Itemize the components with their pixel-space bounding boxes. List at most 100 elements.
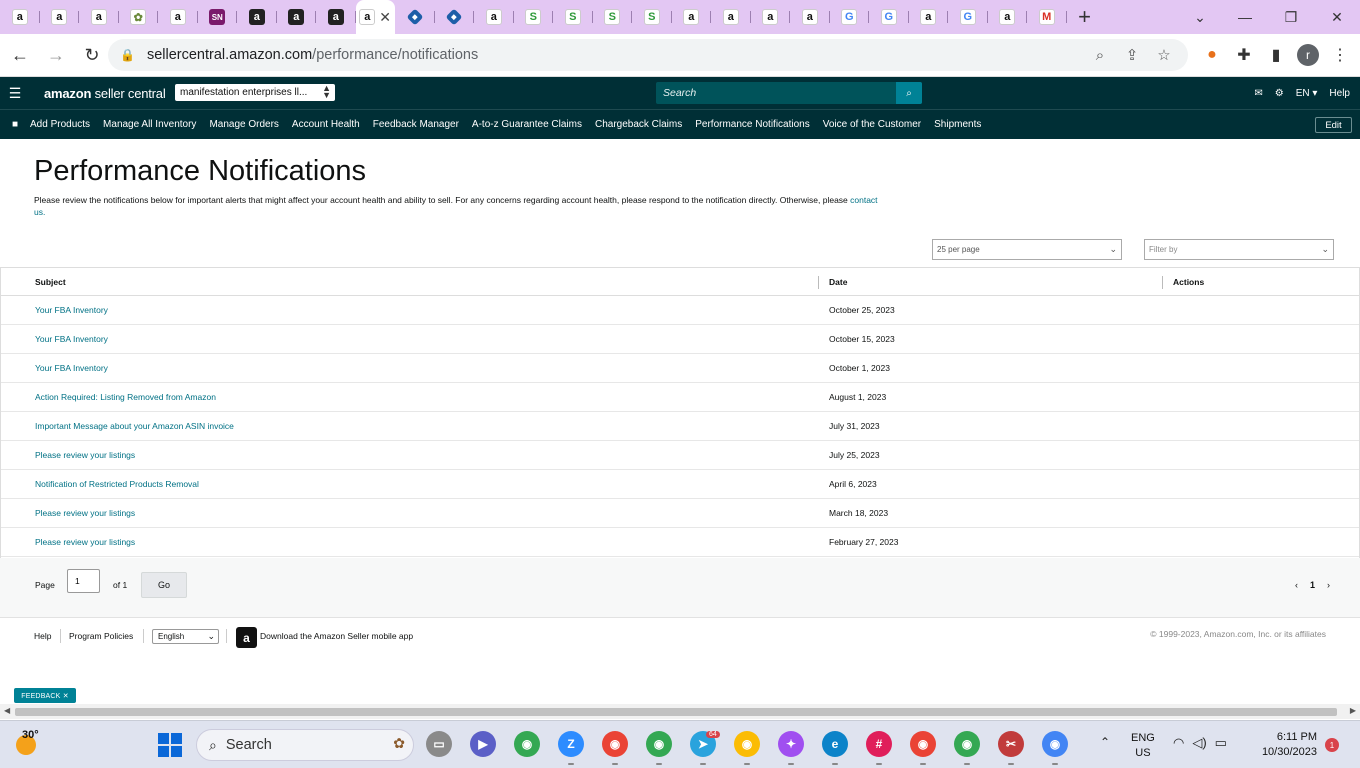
notification-subject-link[interactable]: Please review your listings — [35, 537, 135, 547]
mail-icon[interactable]: ✉ — [1254, 88, 1262, 99]
wifi-icon[interactable]: ◠ — [1173, 735, 1184, 751]
search-icon[interactable]: ⌕ — [896, 82, 922, 104]
browser-tab[interactable]: a — [988, 0, 1027, 34]
extensions-puzzle-icon[interactable]: ✚ — [1228, 39, 1260, 71]
search-input[interactable] — [656, 82, 896, 104]
browser-tab[interactable]: ◆ — [395, 0, 435, 34]
help-link[interactable]: Help — [1329, 88, 1350, 99]
extension-orange-icon[interactable]: ● — [1196, 39, 1228, 71]
header-subject[interactable]: Subject — [35, 277, 66, 287]
close-tab-icon[interactable]: ✕ — [379, 9, 391, 26]
browser-tab[interactable]: a — [672, 0, 711, 34]
nav-feedback-manager[interactable]: Feedback Manager — [373, 119, 459, 130]
horizontal-scrollbar[interactable]: ◀ ▶ — [0, 704, 1360, 719]
scroll-left-icon[interactable]: ◀ — [4, 706, 10, 715]
restore-icon[interactable]: ❐ — [1268, 0, 1314, 34]
seller-central-logo[interactable]: amazon seller central — [44, 86, 166, 101]
input-language[interactable]: ENG US — [1131, 731, 1155, 761]
notification-subject-link[interactable]: Your FBA Inventory — [35, 305, 108, 315]
nav-chargeback-claims[interactable]: Chargeback Claims — [595, 119, 682, 130]
file-explorer-icon[interactable]: ▭ — [426, 731, 452, 757]
messenger-icon[interactable]: ✦ — [778, 731, 804, 757]
per-page-dropdown[interactable]: 25 per page ⌄ — [932, 239, 1122, 260]
nav-voice-of-customer[interactable]: Voice of the Customer — [823, 119, 921, 130]
bookmark-icon[interactable]: ■ — [0, 119, 30, 130]
battery-icon[interactable]: ▭ — [1215, 735, 1227, 751]
browser-tab[interactable]: G — [869, 0, 909, 34]
browser-tab[interactable]: G — [948, 0, 988, 34]
new-tab-plus-icon[interactable]: + — [1067, 0, 1103, 34]
chrome-icon[interactable]: ◉ — [646, 731, 672, 757]
close-window-icon[interactable]: ✕ — [1314, 0, 1360, 34]
meet-icon[interactable]: ▶ — [470, 731, 496, 757]
browser-tab[interactable]: a — [316, 0, 356, 34]
browser-tab-active[interactable]: a ✕ — [355, 0, 395, 34]
share-icon[interactable]: ⇪ — [1116, 46, 1148, 64]
nav-manage-all-inventory[interactable]: Manage All Inventory — [103, 119, 196, 130]
nav-manage-orders[interactable]: Manage Orders — [209, 119, 278, 130]
browser-tab[interactable]: a — [79, 0, 119, 34]
column-divider[interactable] — [1162, 276, 1163, 289]
amazon-app-icon[interactable]: a — [236, 627, 257, 648]
program-policies-link[interactable]: Program Policies — [69, 631, 133, 641]
browser-tab[interactable]: a — [40, 0, 79, 34]
notification-subject-link[interactable]: Your FBA Inventory — [35, 334, 108, 344]
notification-subject-link[interactable]: Please review your listings — [35, 508, 135, 518]
nav-add-products[interactable]: Add Products — [30, 119, 90, 130]
download-app-link[interactable]: Download the Amazon Seller mobile app — [260, 631, 413, 641]
chrome-icon[interactable]: ◉ — [734, 731, 760, 757]
edge-icon[interactable]: e — [822, 731, 848, 757]
footer-language-select[interactable]: English ⌄ — [152, 629, 219, 644]
browser-tab[interactable]: a — [711, 0, 751, 34]
nav-performance-notifications[interactable]: Performance Notifications — [695, 119, 810, 130]
hamburger-menu-icon[interactable]: ☰ — [0, 85, 30, 102]
browser-tab[interactable]: G — [830, 0, 869, 34]
chrome-icon[interactable]: ◉ — [1042, 731, 1068, 757]
browser-tab[interactable]: SN — [198, 0, 237, 34]
chrome-icon[interactable]: ◉ — [910, 731, 936, 757]
side-panel-icon[interactable]: ▮ — [1260, 39, 1292, 71]
reload-icon[interactable]: ↻ — [76, 39, 108, 71]
browser-tab[interactable]: ✿ — [119, 0, 158, 34]
filter-by-dropdown[interactable]: Filter by ⌄ — [1144, 239, 1334, 260]
show-hidden-icons-icon[interactable]: ⌃ — [1100, 735, 1110, 749]
go-button[interactable]: Go — [141, 572, 187, 598]
chrome-icon[interactable]: ◉ — [954, 731, 980, 757]
notification-subject-link[interactable]: Important Message about your Amazon ASIN… — [35, 421, 234, 431]
browser-tab[interactable]: S — [514, 0, 553, 34]
browser-tab[interactable]: ◆ — [435, 0, 474, 34]
browser-tab[interactable]: a — [474, 0, 514, 34]
current-page-number[interactable]: 1 — [1310, 580, 1315, 590]
notification-badge[interactable]: 1 — [1325, 738, 1339, 752]
browser-tab[interactable]: S — [632, 0, 672, 34]
settings-gear-icon[interactable]: ⚙ — [1275, 88, 1284, 99]
browser-tab[interactable]: S — [553, 0, 593, 34]
url-text[interactable]: sellercentral.amazon.com/performance/not… — [147, 47, 478, 63]
feedback-button[interactable]: FEEDBACK ✕ — [14, 688, 76, 703]
browser-menu-icon[interactable]: ⋮ — [1324, 39, 1356, 71]
scroll-right-icon[interactable]: ▶ — [1350, 706, 1356, 715]
minimize-icon[interactable]: — — [1222, 0, 1268, 34]
back-arrow-icon[interactable]: ← — [4, 39, 36, 71]
browser-tab[interactable]: S — [593, 0, 632, 34]
snipping-icon[interactable]: ✂ — [998, 731, 1024, 757]
nav-shipments[interactable]: Shipments — [934, 119, 981, 130]
prev-page-icon[interactable]: ‹ — [1295, 580, 1298, 590]
clock[interactable]: 6:11 PM 10/30/2023 — [1255, 730, 1317, 760]
start-windows-icon[interactable] — [158, 733, 182, 757]
notification-subject-link[interactable]: Action Required: Listing Removed from Am… — [35, 392, 216, 402]
next-page-icon[interactable]: › — [1327, 580, 1330, 590]
browser-tab[interactable]: a — [790, 0, 830, 34]
account-switcher[interactable]: manifestation enterprises ll... ▲ ▼ — [175, 84, 335, 101]
browser-tab[interactable]: M — [1027, 0, 1067, 34]
edit-nav-button[interactable]: Edit — [1315, 117, 1352, 133]
browser-tab[interactable]: a — [237, 0, 277, 34]
header-date[interactable]: Date — [829, 277, 847, 287]
url-omnibox[interactable]: 🔒 sellercentral.amazon.com/performance/n… — [108, 39, 1188, 71]
zoom-icon[interactable]: ⌕ — [1084, 47, 1116, 64]
nav-account-health[interactable]: Account Health — [292, 119, 360, 130]
taskbar-search[interactable]: ⌕ Search ✿ — [196, 729, 414, 761]
chrome-icon[interactable]: ◉ — [514, 731, 540, 757]
browser-tab[interactable]: a — [909, 0, 948, 34]
footer-help-link[interactable]: Help — [34, 631, 51, 641]
